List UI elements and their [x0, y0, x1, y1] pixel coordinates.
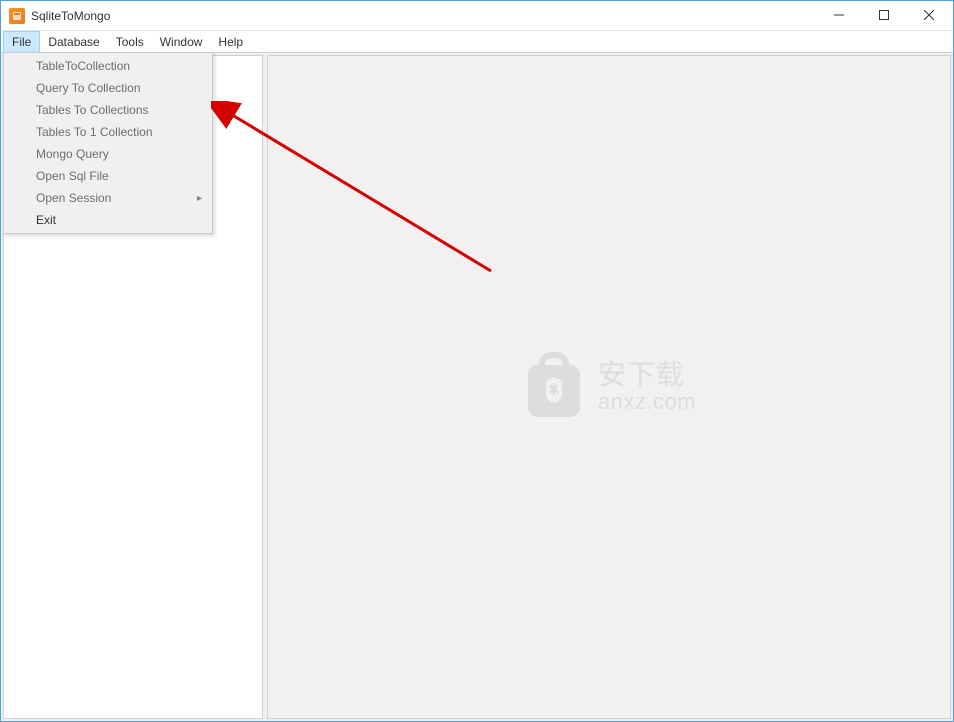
menu-item-label: Open Sql File: [36, 169, 109, 183]
watermark-text: 安下载 anxz.com: [598, 360, 696, 415]
menu-window-label: Window: [160, 35, 203, 49]
menu-tools-label: Tools: [116, 35, 144, 49]
menu-item-label: Open Session: [36, 191, 111, 205]
menubar: File TableToCollection Query To Collecti…: [1, 31, 953, 53]
window-title: SqliteToMongo: [31, 9, 816, 23]
chevron-right-icon: ▸: [197, 193, 202, 204]
titlebar: SqliteToMongo: [1, 1, 953, 31]
menu-help[interactable]: Help: [210, 31, 251, 52]
menu-item-label: Tables To Collections: [36, 103, 149, 117]
menu-item-tables-to-1-collection[interactable]: Tables To 1 Collection: [6, 121, 210, 143]
menu-item-table-to-collection[interactable]: TableToCollection: [6, 55, 210, 77]
menu-database[interactable]: Database: [40, 31, 107, 52]
menu-file[interactable]: File TableToCollection Query To Collecti…: [3, 31, 40, 52]
menu-item-query-to-collection[interactable]: Query To Collection: [6, 77, 210, 99]
window-controls: [816, 1, 951, 30]
menu-item-label: TableToCollection: [36, 59, 130, 73]
menu-item-mongo-query[interactable]: Mongo Query: [6, 143, 210, 165]
watermark-line1: 安下载: [598, 360, 696, 391]
maximize-button[interactable]: [861, 1, 906, 29]
right-panel: 安下载 anxz.com: [267, 55, 951, 719]
menu-item-tables-to-collections[interactable]: Tables To Collections: [6, 99, 210, 121]
menu-database-label: Database: [48, 35, 99, 49]
app-icon: [9, 8, 25, 24]
watermark-bag-icon: [522, 351, 586, 423]
watermark-line2: anxz.com: [598, 390, 696, 414]
menu-item-label: Tables To 1 Collection: [36, 125, 153, 139]
menu-item-label: Mongo Query: [36, 147, 109, 161]
menu-tools[interactable]: Tools: [108, 31, 152, 52]
menu-item-open-sql-file[interactable]: Open Sql File: [6, 165, 210, 187]
file-dropdown: TableToCollection Query To Collection Ta…: [3, 52, 213, 234]
menu-item-label: Exit: [36, 213, 56, 227]
menu-help-label: Help: [218, 35, 243, 49]
menu-file-label: File: [12, 35, 31, 49]
minimize-button[interactable]: [816, 1, 861, 29]
watermark: 安下载 anxz.com: [522, 351, 696, 423]
menu-window[interactable]: Window: [152, 31, 211, 52]
menu-item-exit[interactable]: Exit: [6, 209, 210, 231]
close-button[interactable]: [906, 1, 951, 29]
menu-item-open-session[interactable]: Open Session ▸: [6, 187, 210, 209]
menu-item-label: Query To Collection: [36, 81, 141, 95]
